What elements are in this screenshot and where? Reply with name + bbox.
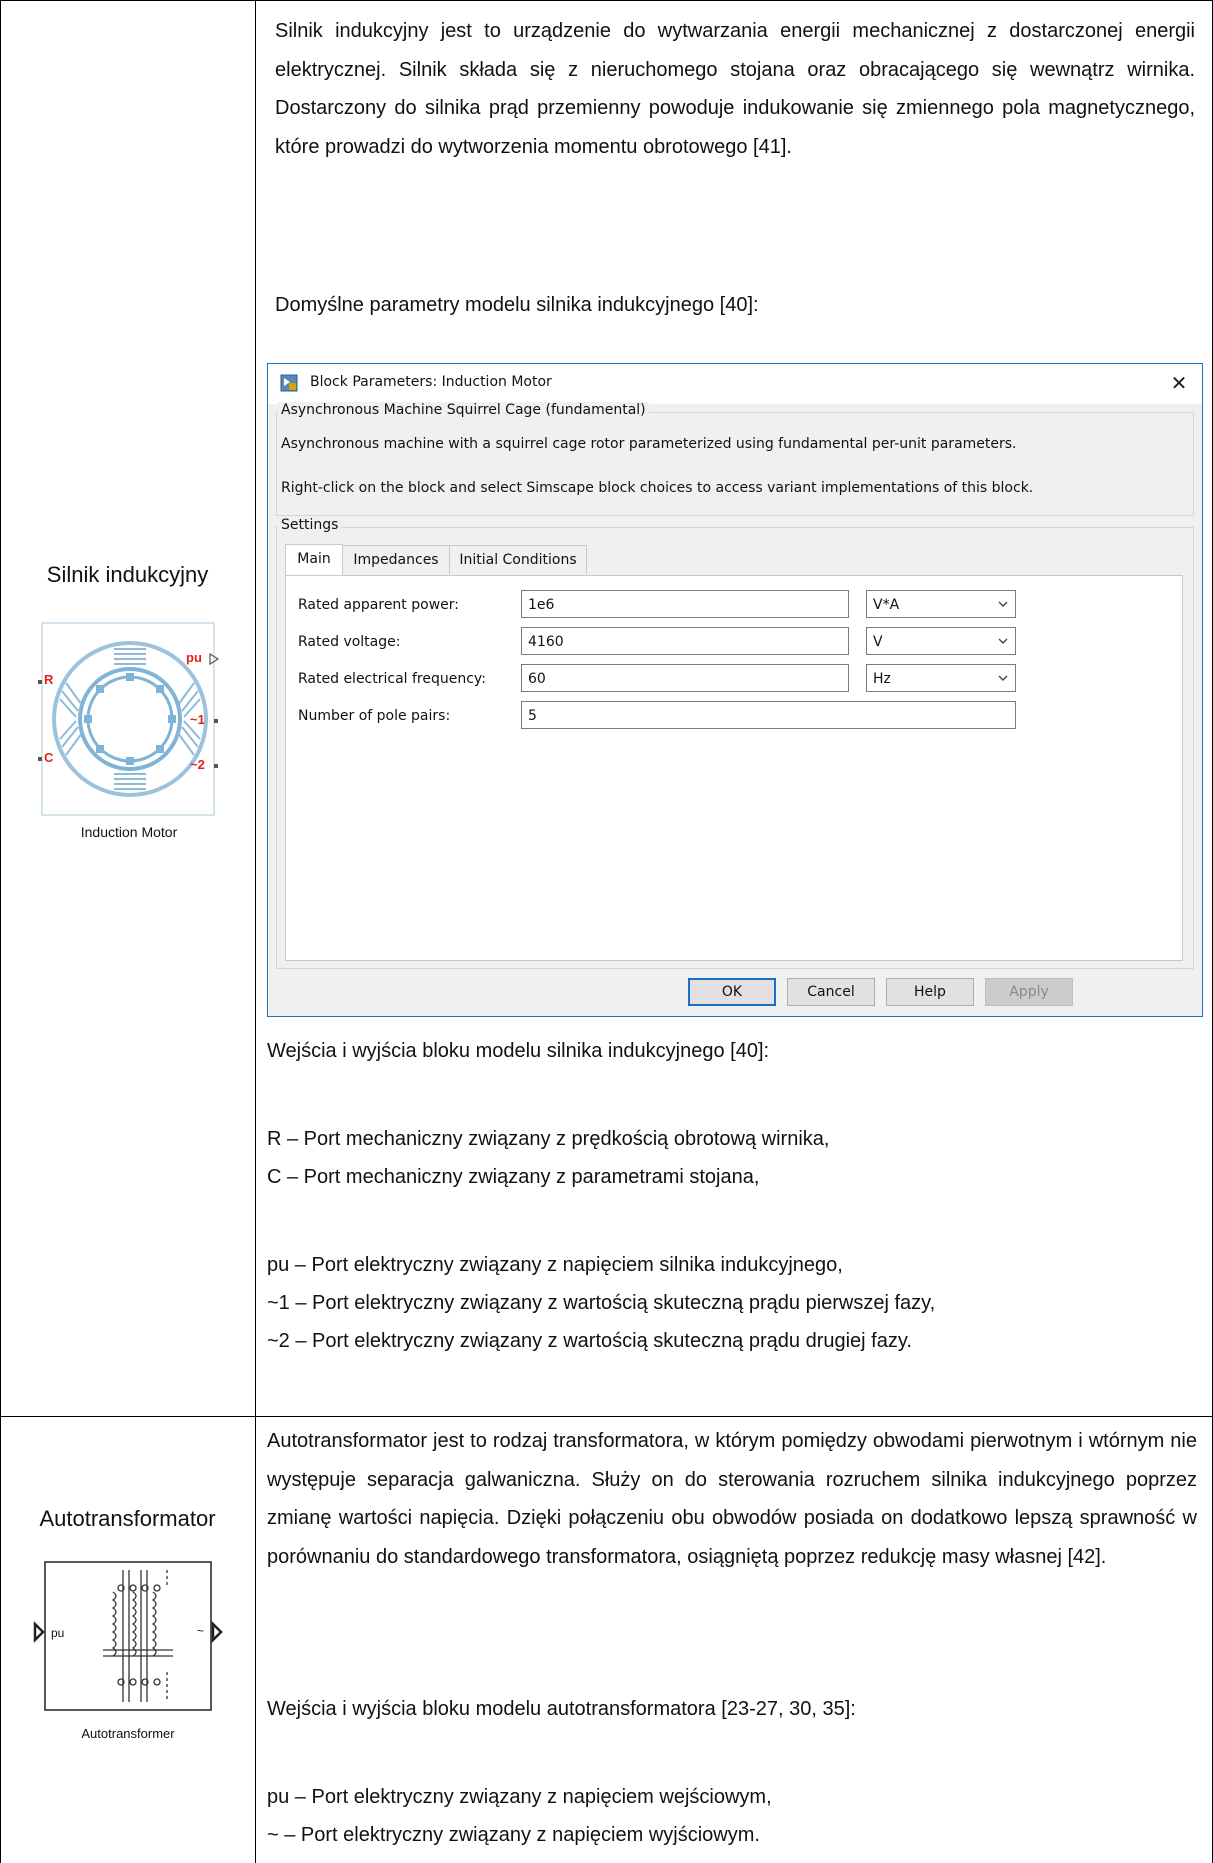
induction-motor-caption: Induction Motor [80, 824, 178, 840]
tab-initial-conditions[interactable]: Initial Conditions [449, 545, 587, 574]
rated-apparent-power-unit[interactable]: V*A [866, 590, 1016, 618]
row2-label: Autotransformator [39, 1506, 216, 1531]
row-divider [0, 1416, 1213, 1417]
port-c-label: C [44, 750, 54, 765]
block-parameters-dialog: Block Parameters: Induction Motor ✕ Asyn… [267, 363, 1203, 1017]
description-group [276, 412, 1194, 516]
tab-strip: Main Impedances Initial Conditions [285, 544, 605, 575]
dialog-title: Block Parameters: Induction Motor [310, 374, 552, 390]
cancel-button[interactable]: Cancel [787, 978, 875, 1006]
io-autotrans-out: ~ – Port elektryczny związany z napięcie… [267, 1824, 760, 1846]
rated-frequency-label: Rated electrical frequency: [298, 671, 486, 687]
rated-voltage-unit[interactable]: V [866, 627, 1016, 655]
rated-voltage-label: Rated voltage: [298, 634, 401, 650]
column-divider [255, 0, 256, 1863]
autotransformer-port-pu: pu [51, 1626, 65, 1640]
io-elec-2: ~2 – Port elektryczny związany z wartośc… [267, 1330, 912, 1352]
tab-impedances[interactable]: Impedances [342, 545, 450, 574]
port-r-label: R [44, 672, 54, 687]
rated-voltage-input[interactable]: 4160 [521, 627, 849, 655]
rated-frequency-unit-value: Hz [873, 671, 891, 687]
close-icon[interactable]: ✕ [1166, 370, 1192, 396]
io-mech-c: C – Port mechaniczny związany z parametr… [267, 1166, 760, 1188]
row1-label: Silnik indukcyjny [46, 562, 209, 587]
row2-io-intro: Wejścia i wyjścia bloku modelu autotrans… [267, 1698, 856, 1720]
chevron-down-icon [998, 638, 1008, 644]
autotransformer-port-out: ~ [197, 1624, 205, 1638]
apply-button[interactable]: Apply [985, 978, 1073, 1006]
tab-main[interactable]: Main [285, 544, 343, 575]
dialog-description-2: Right-click on the block and select Sims… [281, 480, 1034, 496]
io-elec-1: ~1 – Port elektryczny związany z wartośc… [267, 1292, 936, 1314]
rated-apparent-power-label: Rated apparent power: [298, 597, 459, 613]
autotransformer-block: pu ~ [33, 1552, 223, 1720]
autotransformer-caption: Autotransformer [81, 1726, 175, 1741]
io-autotrans-pu: pu – Port elektryczny związany z napięci… [267, 1786, 772, 1808]
row2-description: Autotransformator jest to rodzaj transfo… [267, 1430, 1197, 1568]
rated-apparent-power-unit-value: V*A [873, 597, 900, 613]
dialog-description-1: Asynchronous machine with a squirrel cag… [281, 436, 1017, 452]
pole-pairs-label: Number of pole pairs: [298, 708, 451, 724]
row1-io-intro: Wejścia i wyjścia bloku modelu silnika i… [267, 1040, 770, 1062]
induction-motor-block: R C pu ~1 ~2 [38, 621, 220, 817]
row1-description: Silnik indukcyjny jest to urządzenie do … [275, 20, 1195, 158]
port-1-label: ~1 [190, 712, 205, 727]
settings-group-legend: Settings [278, 517, 342, 533]
chevron-down-icon [998, 675, 1008, 681]
port-pu-label: pu [186, 650, 202, 665]
table-left-border [0, 0, 1, 1863]
chevron-down-icon [998, 601, 1008, 607]
rated-frequency-input[interactable]: 60 [521, 664, 849, 692]
rated-voltage-unit-value: V [873, 634, 883, 650]
ok-button[interactable]: OK [688, 978, 776, 1006]
rated-frequency-unit[interactable]: Hz [866, 664, 1016, 692]
pole-pairs-input[interactable]: 5 [521, 701, 1016, 729]
description-group-legend: Asynchronous Machine Squirrel Cage (fund… [278, 402, 649, 418]
table-top-border [0, 0, 1213, 1]
io-elec-pu: pu – Port elektryczny związany z napięci… [267, 1254, 843, 1276]
help-button[interactable]: Help [886, 978, 974, 1006]
io-mech-r: R – Port mechaniczny związany z prędkośc… [267, 1128, 830, 1150]
dialog-titlebar: Block Parameters: Induction Motor ✕ [268, 364, 1202, 404]
row1-defaults-intro: Domyślne parametry modelu silnika indukc… [275, 294, 759, 316]
simulink-block-icon [280, 374, 298, 392]
rated-apparent-power-input[interactable]: 1e6 [521, 590, 849, 618]
port-2-label: ~2 [190, 757, 205, 772]
